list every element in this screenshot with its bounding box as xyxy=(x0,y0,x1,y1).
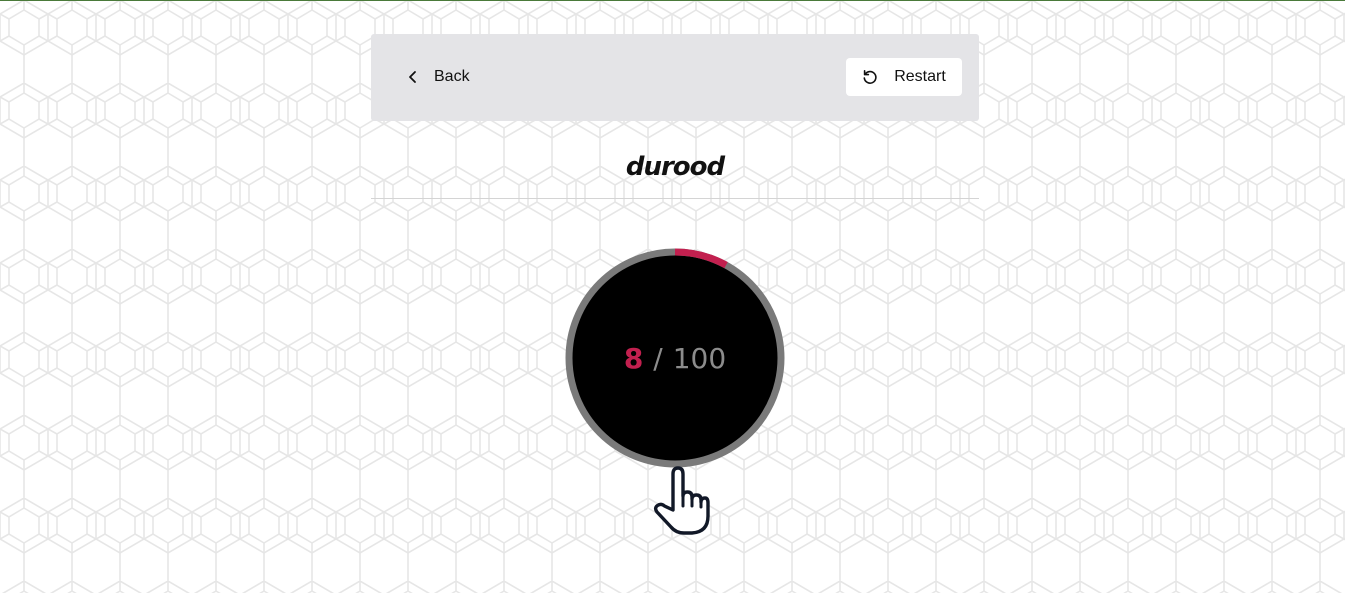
rotate-ccw-icon xyxy=(863,70,877,84)
restart-button[interactable]: Restart xyxy=(846,58,962,96)
restart-label: Restart xyxy=(894,68,946,85)
count-separator: / xyxy=(653,341,663,375)
chevron-left-icon xyxy=(409,71,416,83)
counter-button[interactable]: 8 / 100 xyxy=(565,248,785,468)
count-total: 100 xyxy=(672,341,727,375)
back-label: Back xyxy=(434,68,470,85)
page-title: durood xyxy=(625,152,725,182)
toolbar: Back Restart xyxy=(371,34,979,121)
count-display: 8 / 100 xyxy=(565,248,785,468)
hand-pointer-icon xyxy=(653,466,710,535)
count-current: 8 xyxy=(623,341,644,375)
top-border xyxy=(0,0,1345,1)
back-button[interactable]: Back xyxy=(395,58,482,96)
title-divider xyxy=(371,198,979,199)
